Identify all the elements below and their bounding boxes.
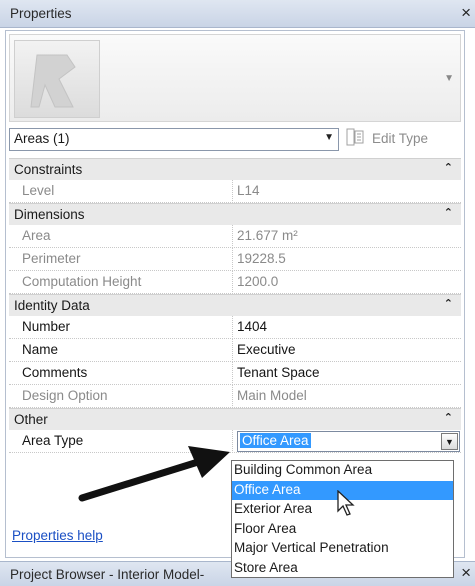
property-row-number: Number 1404: [9, 316, 461, 339]
property-name: Level: [9, 180, 233, 203]
area-type-combobox[interactable]: Office Area ▼: [237, 431, 460, 452]
close-icon[interactable]: ×: [461, 563, 471, 583]
property-row-computation-height: Computation Height 1200.0: [9, 271, 461, 294]
property-row-level: Level L14: [9, 180, 461, 203]
area-type-dropdown-list: Building Common Area Office Area Exterio…: [231, 460, 454, 578]
category-constraints[interactable]: Constraints ⌃: [9, 158, 461, 180]
properties-help-link[interactable]: Properties help: [12, 528, 103, 543]
property-name: Comments: [9, 362, 233, 385]
property-value[interactable]: Tenant Space: [237, 362, 461, 385]
chevron-up-double-icon[interactable]: ⌃: [444, 411, 453, 424]
property-name: Area: [9, 225, 233, 248]
property-name: Name: [9, 339, 233, 362]
type-selector-value: Areas (1): [14, 131, 70, 146]
panel-title: Properties: [10, 6, 72, 21]
arrow-annotation-icon: [78, 446, 230, 502]
area-type-thumbnail: [14, 40, 100, 118]
category-dimensions[interactable]: Dimensions ⌃: [9, 203, 461, 225]
area-shape-icon: [30, 54, 76, 108]
dropdown-option[interactable]: Floor Area: [232, 520, 453, 540]
property-value[interactable]: 21.677 m²: [237, 225, 461, 248]
property-row-name: Name Executive: [9, 339, 461, 362]
property-name: Computation Height: [9, 271, 233, 294]
property-value[interactable]: 19228.5: [237, 248, 461, 271]
property-name: Number: [9, 316, 233, 339]
property-row-design-option: Design Option Main Model: [9, 385, 461, 408]
property-row-comments: Comments Tenant Space: [9, 362, 461, 385]
chevron-up-double-icon[interactable]: ⌃: [444, 161, 453, 174]
property-value[interactable]: L14: [237, 180, 461, 203]
type-selector-dropdown[interactable]: Areas (1) ▼: [9, 128, 339, 151]
property-value[interactable]: Main Model: [237, 385, 461, 408]
category-label: Identity Data: [14, 298, 90, 313]
property-row-perimeter: Perimeter 19228.5: [9, 248, 461, 271]
property-name: Perimeter: [9, 248, 233, 271]
chevron-down-icon: ▼: [324, 132, 334, 143]
dropdown-option[interactable]: Building Common Area: [232, 461, 453, 481]
area-type-selected-value: Office Area: [240, 433, 311, 448]
chevron-up-double-icon[interactable]: ⌃: [444, 297, 453, 310]
property-row-area: Area 21.677 m²: [9, 225, 461, 248]
property-grid: Constraints ⌃ Level L14 Dimensions ⌃ Are…: [9, 158, 461, 453]
properties-titlebar: Properties ×: [0, 0, 475, 28]
category-label: Dimensions: [14, 207, 85, 222]
edit-type-icon: [346, 128, 364, 146]
property-value[interactable]: Executive: [237, 339, 461, 362]
type-selector-row: Areas (1) ▼ Edit Type: [9, 126, 461, 154]
type-preview[interactable]: ▼: [9, 34, 461, 122]
property-value[interactable]: 1404: [237, 316, 461, 339]
edit-type-button[interactable]: Edit Type: [346, 128, 461, 151]
category-label: Constraints: [14, 162, 83, 177]
property-name: Design Option: [9, 385, 233, 408]
dropdown-option[interactable]: Major Vertical Penetration: [232, 539, 453, 559]
category-label: Other: [14, 412, 48, 427]
project-browser-title: Project Browser - Interior Model-: [10, 567, 205, 582]
triangle-down-icon[interactable]: ▼: [441, 433, 458, 450]
category-identity-data[interactable]: Identity Data ⌃: [9, 294, 461, 316]
chevron-up-double-icon[interactable]: ⌃: [444, 206, 453, 219]
triangle-down-icon[interactable]: ▼: [444, 73, 454, 84]
property-value[interactable]: 1200.0: [237, 271, 461, 294]
dropdown-option[interactable]: Store Area: [232, 559, 453, 579]
mouse-pointer-icon: [337, 490, 355, 516]
close-icon[interactable]: ×: [461, 3, 471, 23]
category-other[interactable]: Other ⌃: [9, 408, 461, 430]
edit-type-label: Edit Type: [372, 131, 429, 146]
